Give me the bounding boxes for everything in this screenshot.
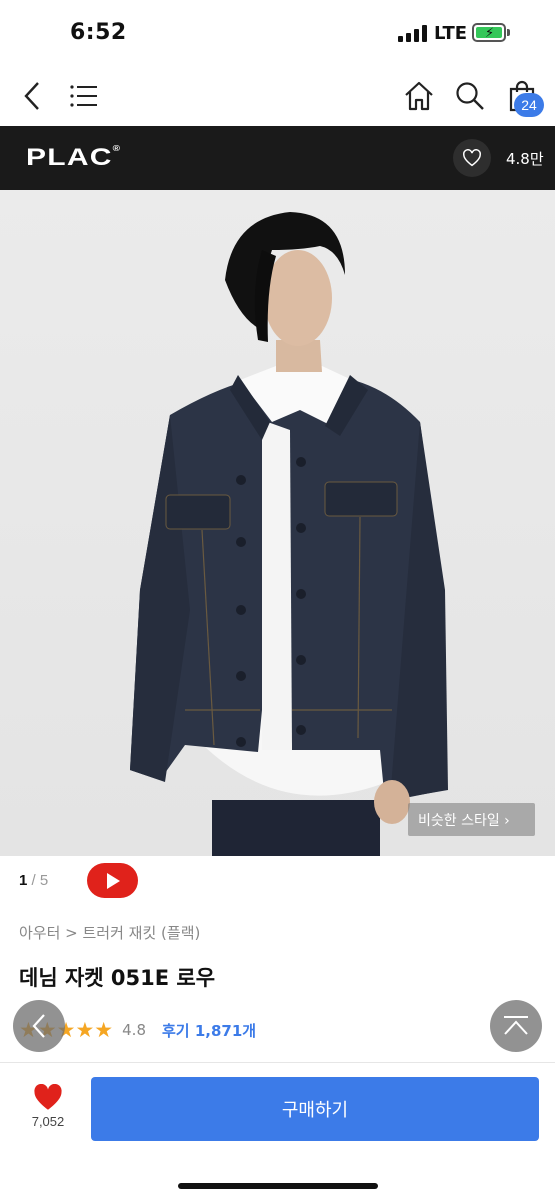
signal-icon (398, 25, 427, 42)
search-icon[interactable] (450, 76, 490, 116)
similar-style-button[interactable]: 비슷한 스타일 › (408, 803, 535, 836)
top-nav (0, 66, 555, 126)
scroll-top-button[interactable] (490, 1000, 542, 1052)
image-pager: 1 / 5 (19, 872, 49, 889)
menu-icon[interactable] (64, 76, 104, 116)
wishlist-count: 7,052 (31, 1114, 65, 1129)
rating-score: 4.8 (122, 1021, 146, 1039)
status-time: 6:52 (70, 20, 127, 45)
cart-count-badge: 24 (514, 93, 544, 117)
battery-tip (507, 29, 510, 36)
brand-bar: PLAC® 4.8만 (0, 126, 555, 190)
brand-like-count: 4.8만 (506, 150, 544, 168)
arrow-up-icon (504, 1016, 528, 1035)
product-title: 데님 자켓 051E 로우 (19, 966, 216, 990)
product-image[interactable] (0, 190, 555, 856)
brand-like-button[interactable] (453, 139, 491, 177)
model-illustration (130, 212, 448, 856)
brand-logo[interactable]: PLAC® (26, 144, 121, 172)
video-play-button[interactable] (87, 863, 138, 898)
review-count-link[interactable]: 후기 1,871개 (162, 1020, 256, 1041)
buy-button[interactable]: 구매하기 (91, 1077, 539, 1141)
chevron-left-icon (32, 1014, 45, 1038)
home-icon[interactable] (399, 76, 439, 116)
heart-filled-icon (34, 1084, 62, 1110)
heart-outline-icon (463, 149, 481, 167)
breadcrumb[interactable]: 아우터 > 트러커 재킷 (플랙) (19, 922, 200, 943)
back-icon[interactable] (12, 76, 52, 116)
battery-icon: ⚡ (472, 23, 506, 42)
play-icon (106, 872, 120, 889)
status-bar: 6:52 LTE ⚡ (0, 0, 555, 66)
wishlist-button[interactable]: 7,052 (28, 1084, 68, 1129)
home-indicator (178, 1183, 378, 1189)
network-label: LTE (434, 23, 468, 44)
previous-floating-button[interactable] (13, 1000, 65, 1052)
